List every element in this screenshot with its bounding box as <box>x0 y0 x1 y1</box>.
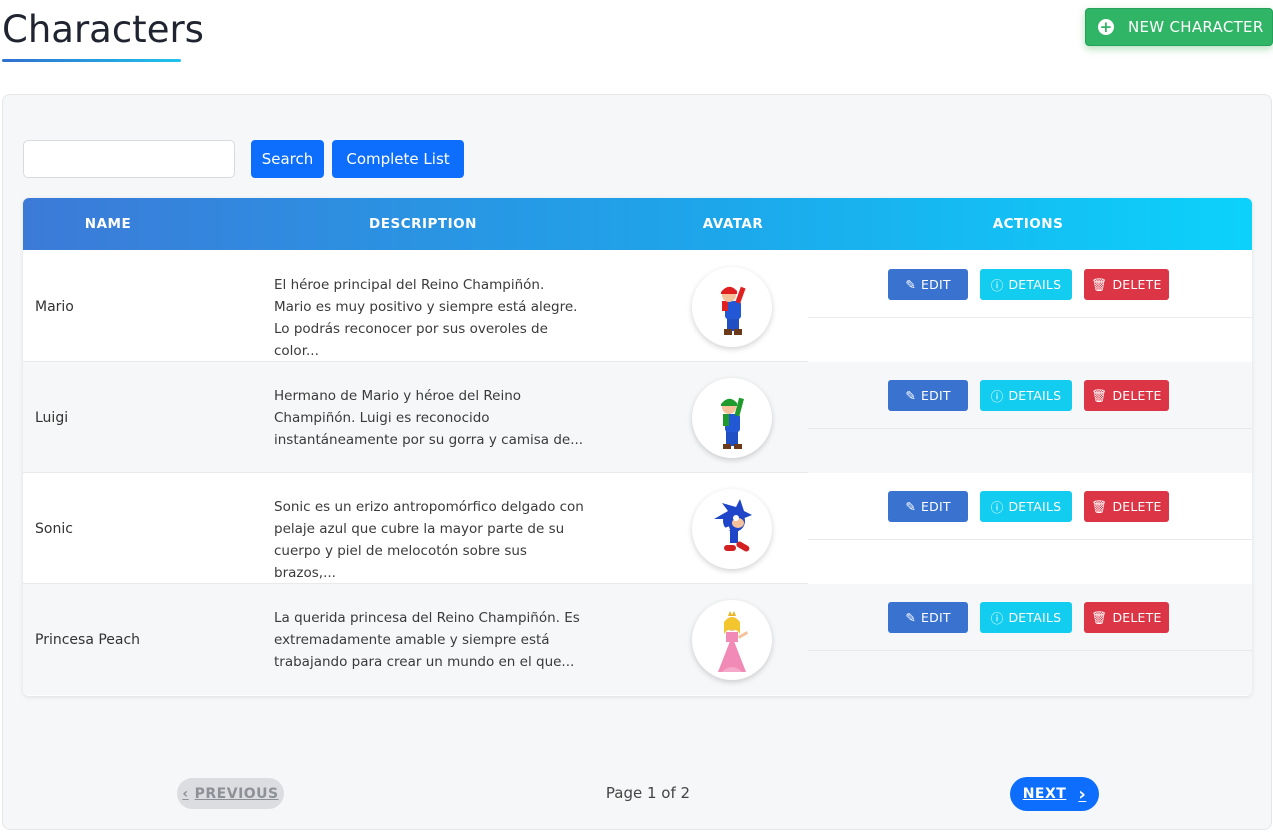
details-button[interactable]: ⓘ DETAILS <box>980 491 1072 522</box>
edit-icon: ✎ <box>905 388 917 403</box>
previous-label: PREVIOUS <box>194 785 279 802</box>
edit-label: EDIT <box>921 277 951 292</box>
character-description: El héroe principal del Reino Champiñón. … <box>274 277 578 359</box>
edit-button[interactable]: ✎ EDIT <box>888 602 968 633</box>
delete-button[interactable]: 🗑 DELETE <box>1084 269 1169 300</box>
new-character-label: NEW CHARACTER <box>1128 18 1264 36</box>
edit-icon: ✎ <box>905 610 917 625</box>
page-title: Characters <box>2 8 204 51</box>
delete-label: DELETE <box>1112 388 1162 403</box>
table-row: Mario El héroe principal del Reino Champ… <box>23 251 1252 362</box>
plus-circle-icon: + <box>1098 18 1114 36</box>
table-row: Sonic Sonic es un erizo antropomórfico d… <box>23 473 1252 584</box>
details-label: DETAILS <box>1008 388 1062 403</box>
info-icon: ⓘ <box>990 500 1004 515</box>
previous-button[interactable]: ‹ PREVIOUS <box>177 778 284 809</box>
column-header-actions: ACTIONS <box>992 216 1064 232</box>
title-underline <box>2 59 181 62</box>
delete-button[interactable]: 🗑 DELETE <box>1084 491 1169 522</box>
trash-icon: 🗑 <box>1091 387 1108 403</box>
info-icon: ⓘ <box>990 278 1004 293</box>
next-button[interactable]: NEXT › <box>1010 777 1099 811</box>
next-label: NEXT <box>1022 786 1067 802</box>
details-button[interactable]: ⓘ DETAILS <box>980 602 1072 633</box>
delete-label: DELETE <box>1112 277 1162 292</box>
complete-list-button[interactable]: Complete List <box>332 140 464 178</box>
luigi-avatar <box>692 378 772 458</box>
edit-label: EDIT <box>921 388 951 403</box>
trash-icon: 🗑 <box>1091 276 1108 292</box>
row-divider <box>808 539 1252 540</box>
character-description: La querida princesa del Reino Champiñón.… <box>274 610 580 670</box>
edit-icon: ✎ <box>905 277 917 292</box>
column-header-description: DESCRIPTION <box>369 216 477 232</box>
table-row: Luigi Hermano de Mario y héroe del Reino… <box>23 362 1252 473</box>
details-button[interactable]: ⓘ DETAILS <box>980 269 1072 300</box>
table-header: NAME DESCRIPTION AVATAR ACTIONS <box>23 198 1252 250</box>
sonic-avatar <box>692 489 772 569</box>
edit-button[interactable]: ✎ EDIT <box>888 269 968 300</box>
delete-label: DELETE <box>1112 610 1162 625</box>
trash-icon: 🗑 <box>1091 498 1108 514</box>
row-divider <box>808 428 1252 429</box>
details-label: DETAILS <box>1008 499 1062 514</box>
new-character-button[interactable]: + NEW CHARACTER <box>1085 8 1273 46</box>
chevron-right-icon: › <box>1078 783 1087 805</box>
trash-icon: 🗑 <box>1091 609 1108 625</box>
search-input[interactable] <box>23 140 235 178</box>
edit-label: EDIT <box>921 499 951 514</box>
delete-button[interactable]: 🗑 DELETE <box>1084 602 1169 633</box>
character-name: Princesa Peach <box>35 631 141 648</box>
character-description: Sonic es un erizo antropomórfico delgado… <box>274 499 584 581</box>
details-button[interactable]: ⓘ DETAILS <box>980 380 1072 411</box>
column-header-avatar: AVATAR <box>702 216 764 232</box>
details-label: DETAILS <box>1008 277 1062 292</box>
mario-avatar <box>692 267 772 347</box>
edit-label: EDIT <box>921 610 951 625</box>
character-name: Mario <box>35 298 74 315</box>
table-row: Princesa Peach La querida princesa del R… <box>23 584 1252 695</box>
character-name: Luigi <box>35 409 69 426</box>
character-name: Sonic <box>35 520 73 537</box>
delete-button[interactable]: 🗑 DELETE <box>1084 380 1169 411</box>
info-icon: ⓘ <box>990 611 1004 626</box>
character-description: Hermano de Mario y héroe del Reino Champ… <box>274 388 584 448</box>
edit-button[interactable]: ✎ EDIT <box>888 380 968 411</box>
info-icon: ⓘ <box>990 389 1004 404</box>
details-label: DETAILS <box>1008 610 1062 625</box>
peach-avatar <box>692 600 772 680</box>
column-header-name: NAME <box>84 216 132 232</box>
characters-panel: Search Complete List NAME DESCRIPTION AV… <box>2 94 1272 830</box>
row-divider <box>808 317 1252 318</box>
edit-button[interactable]: ✎ EDIT <box>888 491 968 522</box>
characters-table: NAME DESCRIPTION AVATAR ACTIONS Mario El… <box>23 198 1252 696</box>
edit-icon: ✎ <box>905 499 917 514</box>
chevron-left-icon: ‹ <box>182 785 189 802</box>
page-indicator: Page 1 of 2 <box>605 784 691 802</box>
search-button[interactable]: Search <box>251 140 324 178</box>
delete-label: DELETE <box>1112 499 1162 514</box>
row-divider <box>808 650 1252 651</box>
